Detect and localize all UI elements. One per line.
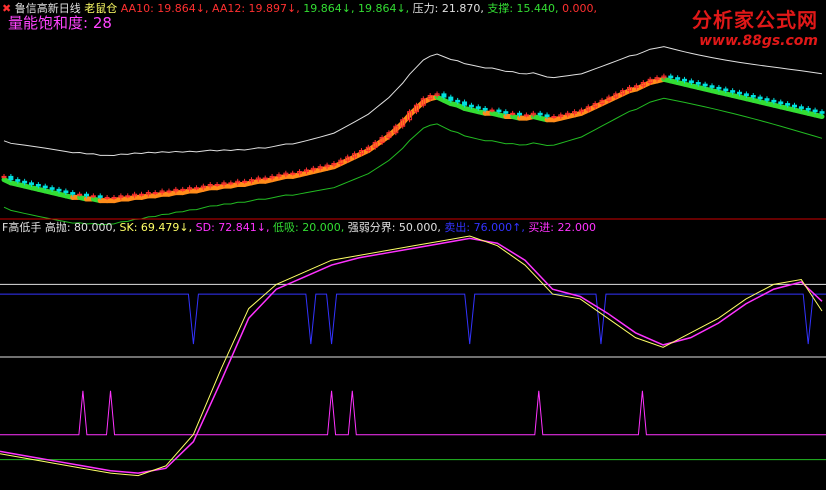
candle-body xyxy=(517,112,523,116)
sell-out-value: 卖出: 76.000↑, xyxy=(444,221,525,234)
candle-body xyxy=(537,112,543,116)
aa12-value: AA12: 19.897↓, xyxy=(211,2,300,15)
candle-body xyxy=(771,99,777,103)
candle-body xyxy=(764,98,770,101)
high-sell-value: 高抛: 80.000, xyxy=(44,221,117,234)
candle-body xyxy=(8,175,14,181)
low-buy-value: 低吸: 20.000, xyxy=(273,221,345,234)
saturation-label: 量能饱和度: 28 xyxy=(8,14,112,32)
sk-value: SK: 69.479↓, xyxy=(119,221,193,234)
value-2: 19.864↓, xyxy=(357,2,410,15)
candle-body xyxy=(523,114,529,117)
candle-body xyxy=(723,88,729,92)
candle-body xyxy=(496,109,502,113)
logo-url: www.88gs.com xyxy=(699,33,818,49)
candle-body xyxy=(695,82,701,85)
candle-body xyxy=(709,85,715,88)
buy-in-line xyxy=(0,390,826,436)
candle-body xyxy=(56,188,62,192)
candle-body xyxy=(35,183,41,187)
candle-body xyxy=(468,104,474,108)
candle-body xyxy=(441,93,447,98)
candle-body xyxy=(503,111,509,114)
candle-body xyxy=(290,172,296,175)
candle-body xyxy=(97,195,103,198)
aa10-value: AA10: 19.864↓, xyxy=(120,2,209,15)
candle-body xyxy=(668,75,674,79)
candle-body xyxy=(750,94,756,98)
header-bottom: F高低手 高抛: 80.000, SK: 69.479↓, SD: 72.841… xyxy=(2,221,596,234)
candle-body xyxy=(455,99,461,103)
candle-body xyxy=(42,185,48,189)
candle-body xyxy=(551,116,557,119)
candle-body xyxy=(462,101,468,106)
candle-body xyxy=(682,78,688,82)
candle-body xyxy=(475,106,481,109)
candle-body xyxy=(489,109,495,112)
candle-body xyxy=(757,96,763,100)
candle-body xyxy=(448,96,454,101)
candle-body xyxy=(104,196,110,199)
candle-body xyxy=(152,192,158,195)
candle-body xyxy=(510,112,516,115)
candle-body xyxy=(1,175,7,178)
logo-name: 分析家公式网 xyxy=(692,8,818,32)
candle-body xyxy=(743,93,749,96)
candle-body xyxy=(193,187,199,190)
oscillator-name: F高低手 xyxy=(2,221,42,234)
boundary-value: 强弱分界: 50.000, xyxy=(347,221,441,234)
candle-body xyxy=(63,190,69,194)
candle-body xyxy=(77,193,83,196)
candle-body xyxy=(716,86,722,90)
candle-body xyxy=(125,195,131,198)
value-1: 19.864↓, xyxy=(303,2,355,15)
site-logo: 分析家公式网 www.88gs.com xyxy=(692,4,818,49)
candle-body xyxy=(242,180,248,183)
candle-body xyxy=(737,91,743,95)
candle-body xyxy=(262,177,268,180)
candle-body xyxy=(111,196,117,199)
support-value: 支撑: 15.440, xyxy=(487,2,559,15)
sk-line xyxy=(0,235,823,477)
sell-out-line xyxy=(0,293,826,345)
candle-body xyxy=(798,106,804,109)
candle-body xyxy=(70,192,76,195)
candle-body xyxy=(15,179,21,182)
upper-envelope-line xyxy=(3,46,823,157)
candle-body xyxy=(702,83,708,87)
candle-body xyxy=(28,182,34,185)
zero-value: 0.000, xyxy=(562,2,598,15)
sd-value: SD: 72.841↓, xyxy=(195,221,270,234)
candle-body xyxy=(544,114,550,118)
chart-stage: ✖ 鲁信高新日线 老鼠仓 AA10: 19.864↓, AA12: 19.897… xyxy=(0,0,826,486)
candle-body xyxy=(180,188,186,191)
candle-body xyxy=(675,77,681,80)
candle-body xyxy=(166,190,172,193)
candle-body xyxy=(482,107,488,111)
chart-canvas[interactable] xyxy=(0,0,826,486)
candle-body xyxy=(22,180,28,184)
candle-body xyxy=(805,107,811,111)
candle-body xyxy=(138,193,144,196)
candle-body xyxy=(812,109,818,113)
candle-body xyxy=(792,104,798,108)
buy-in-value: 买进: 22.000 xyxy=(528,221,597,234)
candle-body xyxy=(83,193,89,197)
pressure-value: 压力: 21.870, xyxy=(412,2,484,15)
candle-body xyxy=(214,183,220,186)
sd-line xyxy=(0,237,823,474)
candle-body xyxy=(778,101,784,105)
lower-envelope-line xyxy=(3,97,823,226)
trend-band-segment xyxy=(812,112,825,120)
candle-body xyxy=(730,90,736,93)
candle-body xyxy=(819,111,825,114)
candle-body xyxy=(688,80,694,84)
oscillator-panel xyxy=(0,235,826,477)
candle-body xyxy=(49,187,55,190)
price-panel xyxy=(1,46,825,226)
candle-body xyxy=(228,182,234,185)
candle-body xyxy=(785,103,791,106)
candle-body xyxy=(90,195,96,198)
